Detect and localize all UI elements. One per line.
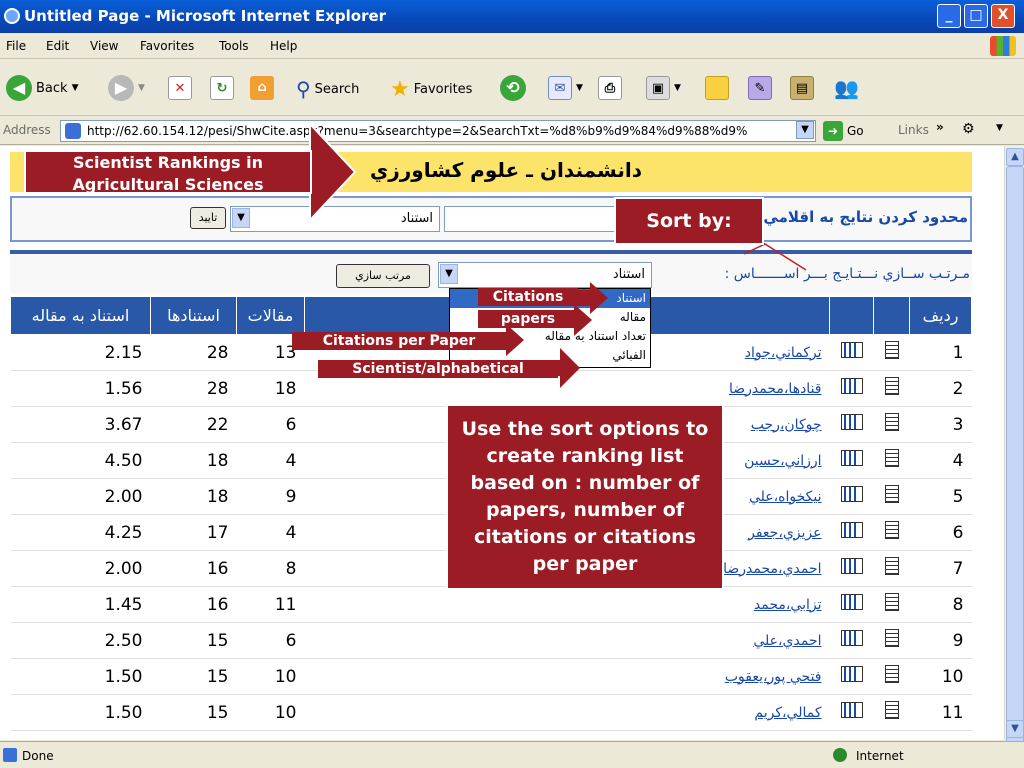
annotation-citations-per-paper: Citations per Paper <box>292 332 506 350</box>
annotation-sort-by: Sort by: <box>614 197 764 245</box>
annotation-title-box: Scientist Rankings in Agricultural Scien… <box>24 150 312 194</box>
annotation-citations: Citations <box>478 288 578 306</box>
annotation-arrows <box>149 121 807 388</box>
sort-by-arrow-line <box>764 243 807 271</box>
annotation-explanation: Use the sort options to create ranking l… <box>446 404 724 590</box>
annotation-papers: papers <box>478 310 578 328</box>
annotation-alphabetical: Scientist/alphabetical <box>318 360 558 378</box>
